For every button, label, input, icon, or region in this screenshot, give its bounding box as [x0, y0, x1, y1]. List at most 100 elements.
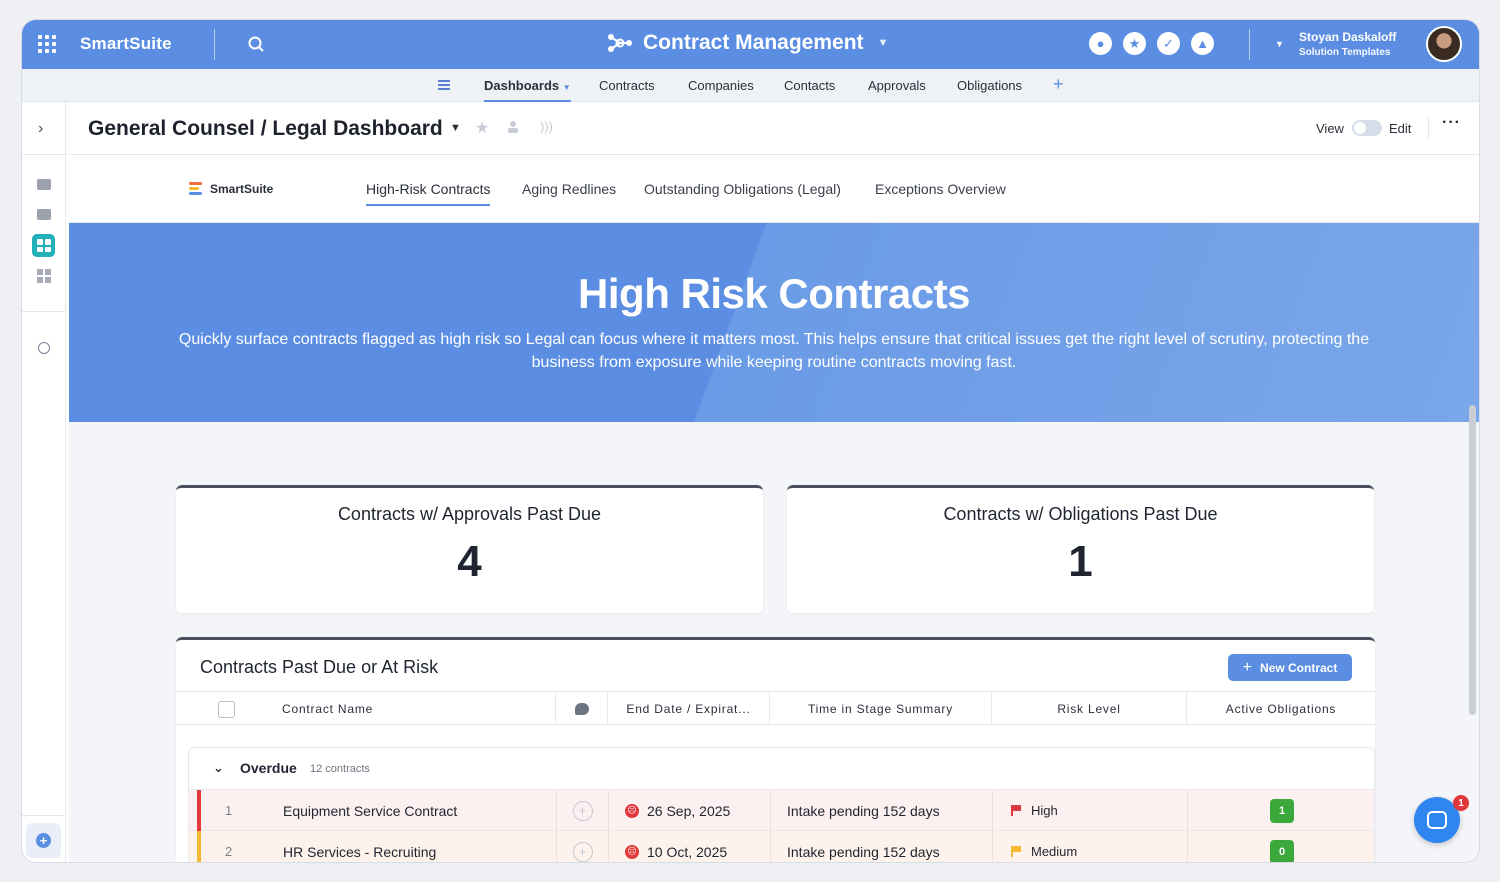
end-date-value: 10 Oct, 2025	[647, 843, 728, 860]
group-count: 12 contracts	[310, 763, 370, 775]
search-icon[interactable]	[247, 35, 265, 53]
chevron-down-icon[interactable]: ⌄	[213, 760, 224, 776]
expand-chevron-icon[interactable]: ›	[38, 120, 43, 138]
col-risk-level[interactable]: Risk Level	[992, 692, 1187, 725]
group-header[interactable]: ⌄ Overdue 12 contracts	[189, 748, 1374, 790]
dashboard-tabs: SmartSuite High-Risk Contracts Aging Red…	[69, 155, 1479, 223]
cell-comments[interactable]: +	[557, 790, 609, 831]
col-time-in-stage[interactable]: Time in Stage Summary	[770, 692, 992, 725]
cell-active-obligations[interactable]: 0	[1188, 831, 1375, 862]
col-contract-name[interactable]: Contract Name	[176, 692, 556, 725]
nav-item-dashboards[interactable]: Dashboards ▼	[484, 78, 571, 102]
cell-contract-name[interactable]: 2 HR Services - Recruiting	[201, 831, 557, 862]
dashboard-header: General Counsel / Legal Dashboard ▼ ★ ))…	[69, 102, 1479, 155]
chat-notification-badge: 1	[1453, 795, 1469, 811]
add-comment-icon[interactable]: +	[572, 800, 593, 821]
plus-icon: +	[1242, 658, 1252, 676]
avatar[interactable]	[1426, 26, 1462, 62]
app-window: SmartSuite Contract Management ▼ ● ★ ✓ ▲…	[22, 20, 1479, 862]
risk-value: Medium	[1031, 844, 1078, 859]
new-contract-button[interactable]: + New Contract	[1228, 654, 1352, 681]
favorites-icon[interactable]: ★	[1123, 32, 1146, 55]
chat-icon	[1427, 811, 1447, 829]
cell-risk-level[interactable]: High	[993, 790, 1188, 831]
group-overdue: ⌄ Overdue 12 contracts 1 Equipment Servi…	[188, 747, 1375, 862]
members-icon[interactable]	[505, 120, 521, 133]
cell-comments[interactable]: +	[557, 831, 609, 862]
cell-contract-name[interactable]: 1 Equipment Service Contract	[201, 790, 557, 831]
tab-aging-redlines[interactable]: Aging Redlines	[522, 181, 616, 197]
logo-icon	[189, 182, 202, 196]
plus-icon: +	[36, 833, 51, 848]
stat-label: Contracts w/ Approvals Past Due	[337, 504, 602, 524]
logo-text: SmartSuite	[210, 182, 274, 196]
user-name[interactable]: Stoyan Daskaloff	[1299, 30, 1396, 44]
brand-name[interactable]: SmartSuite	[80, 34, 172, 54]
nav-item-companies[interactable]: Companies	[688, 78, 754, 93]
nav-item-obligations[interactable]: Obligations	[957, 78, 1022, 93]
cell-active-obligations[interactable]: 1	[1188, 790, 1375, 831]
folder-icon[interactable]	[37, 179, 51, 190]
app-title[interactable]: Contract Management ▼	[605, 31, 888, 55]
hero-description: Quickly surface contracts flagged as hig…	[178, 331, 1370, 371]
dashboard-icon[interactable]	[32, 234, 55, 257]
col-active-obligations[interactable]: Active Obligations	[1187, 692, 1375, 725]
col-comments[interactable]	[556, 692, 608, 725]
menu-icon[interactable]	[438, 80, 450, 92]
add-comment-icon[interactable]: +	[572, 841, 593, 862]
cell-time-in-stage[interactable]: Intake pending 152 days	[771, 790, 993, 831]
overdue-sad-face-icon: ☹	[625, 803, 639, 818]
hero-title: High Risk Contracts	[578, 270, 970, 317]
left-rail: › +	[22, 102, 66, 862]
hero-banner: High Risk Contracts Quickly surface cont…	[69, 223, 1479, 422]
notifications-bell-icon[interactable]: ▲	[1191, 32, 1214, 55]
view-edit-toggle[interactable]	[1352, 120, 1382, 136]
tab-high-risk-contracts[interactable]: High-Risk Contracts	[366, 181, 491, 206]
new-contract-label: New Contract	[1260, 660, 1338, 675]
nav-item-approvals[interactable]: Approvals	[868, 78, 926, 93]
apps-grid-icon[interactable]	[38, 35, 56, 53]
smartsuite-logo: SmartSuite	[189, 182, 273, 196]
column-label: Contract Name	[282, 701, 374, 716]
comment-icon	[574, 702, 589, 715]
col-end-date[interactable]: End Date / Expirat...	[608, 692, 770, 725]
person-icon[interactable]	[38, 342, 50, 354]
cell-end-date[interactable]: ☹ 26 Sep, 2025	[609, 790, 771, 831]
cell-time-in-stage[interactable]: Intake pending 152 days	[771, 831, 993, 862]
table-row[interactable]: 2 HR Services - Recruiting + ☹ 10 Oct, 20…	[189, 831, 1374, 862]
dashboard-content: SmartSuite High-Risk Contracts Aging Red…	[69, 155, 1479, 862]
end-date-value: 26 Sep, 2025	[647, 802, 731, 819]
cell-risk-level[interactable]: Medium	[993, 831, 1188, 862]
folder-icon[interactable]	[37, 209, 51, 220]
team-icon[interactable]: ●	[1089, 32, 1112, 55]
chevron-down-icon[interactable]: ▼	[1275, 39, 1284, 49]
scrollbar[interactable]	[1469, 405, 1476, 715]
dashboard-alt-icon[interactable]	[37, 269, 51, 283]
nav-item-contacts[interactable]: Contacts	[784, 78, 835, 93]
tasks-check-icon[interactable]: ✓	[1157, 32, 1180, 55]
chevron-down-icon[interactable]: ▼	[878, 37, 889, 49]
select-all-checkbox[interactable]	[218, 701, 235, 718]
add-button[interactable]: +	[26, 823, 61, 858]
edit-label: Edit	[1389, 121, 1412, 136]
tab-exceptions-overview[interactable]: Exceptions Overview	[875, 181, 1006, 197]
nav-item-contracts[interactable]: Contracts	[599, 78, 655, 93]
table-title: Contracts Past Due or At Risk	[200, 657, 439, 677]
obligations-count-badge: 1	[1270, 798, 1294, 823]
stat-value: 4	[457, 537, 482, 586]
star-icon[interactable]: ★	[475, 118, 489, 138]
divider	[22, 815, 66, 816]
solution-nav: Dashboards ▼ Contracts Companies Contact…	[22, 69, 1479, 102]
cell-end-date[interactable]: ☹ 10 Oct, 2025	[609, 831, 771, 862]
chevron-down-icon[interactable]: ▼	[450, 122, 461, 134]
tab-outstanding-obligations[interactable]: Outstanding Obligations (Legal)	[644, 181, 841, 197]
table-row[interactable]: 1 Equipment Service Contract + ☹ 26 Sep, …	[189, 790, 1374, 831]
divider	[1428, 118, 1429, 138]
top-bar: SmartSuite Contract Management ▼ ● ★ ✓ ▲…	[22, 20, 1479, 69]
rss-icon[interactable]: )))	[540, 119, 553, 134]
more-options-icon[interactable]: ···	[1442, 114, 1461, 132]
add-table-button[interactable]: +	[1053, 74, 1064, 95]
stat-label: Contracts w/ Obligations Past Due	[943, 504, 1218, 524]
page-title[interactable]: General Counsel / Legal Dashboard	[88, 117, 443, 141]
divider	[22, 154, 66, 155]
